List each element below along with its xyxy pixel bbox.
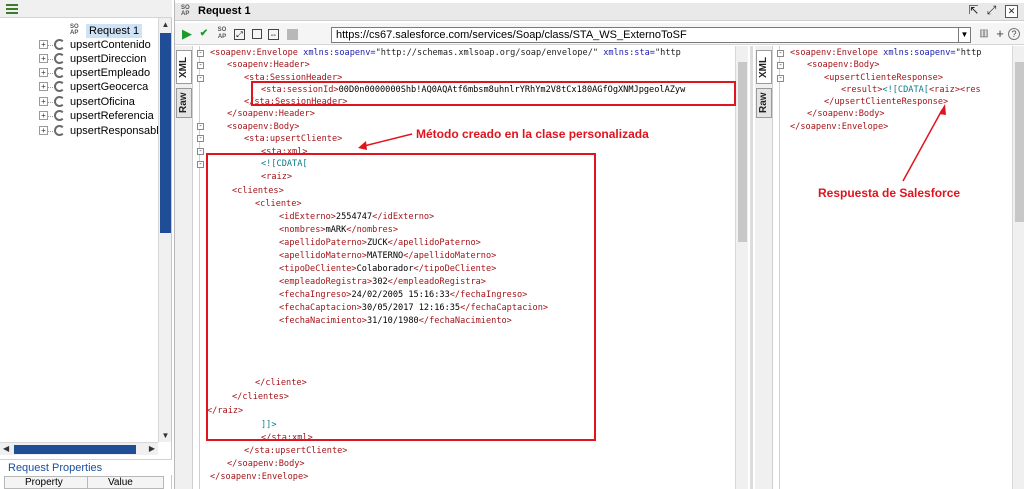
request-toolbar: ▶ ✔ SO AP ⤢ ⇔ https://cs67.salesforce.co… (175, 23, 1024, 45)
tree-item-label: upsertOficina (70, 96, 135, 108)
detach-icon[interactable]: ⇱ (967, 4, 980, 18)
xml-line: <soapenv:Body> (227, 122, 300, 132)
fold-icon[interactable]: - (197, 161, 204, 168)
maximize-icon[interactable]: ⤢ (985, 4, 998, 18)
soap-icon: SO AP (181, 5, 190, 17)
scroll-up-icon[interactable]: ▲ (161, 20, 170, 29)
xml-line: <soapenv:Envelope xmlns:soapenv="http://… (210, 48, 681, 58)
window-titlebar: SO AP Request 1 ⇱ ⤢ ✕ (175, 3, 1024, 21)
tree-item-label: upsertResponsableU (70, 125, 158, 137)
navigator-toolbar (0, 0, 172, 18)
response-xml-editor[interactable]: - - - <soapenv:Envelope xmlns:soapenv="h… (775, 46, 1012, 489)
tab-xml[interactable]: XML (176, 50, 192, 84)
submit-request-icon[interactable]: ▶ (180, 27, 194, 41)
fold-icon[interactable]: - (197, 62, 204, 69)
expand-icon[interactable]: ⤢ (234, 29, 245, 40)
annotation-respuesta: Respuesta de Salesforce (818, 186, 961, 200)
soap-icon: SO AP (70, 24, 79, 36)
xml-line: </soapenv:Envelope> (210, 472, 309, 482)
chart-icon[interactable]: ▥ (977, 27, 991, 41)
fold-icon[interactable]: - (197, 50, 204, 57)
window-icon[interactable] (252, 29, 262, 39)
response-view-tabs: XML Raw (755, 46, 773, 489)
request-editor-scrollbar[interactable] (735, 46, 748, 489)
scroll-thumb[interactable] (160, 33, 171, 233)
annotation-metodo: Método creado en la clase personalizada (416, 127, 649, 141)
tree-item-label: upsertReferencia (70, 110, 154, 122)
operation-icon (54, 39, 65, 50)
column-header-value[interactable]: Value (108, 477, 133, 488)
tree-item-operation[interactable]: + upsertEmpleado (0, 66, 158, 80)
tree-item-operation[interactable]: + upsertContenido (0, 38, 158, 52)
xml-line: </soapenv:Body> (807, 109, 885, 119)
column-header-property[interactable]: Property (25, 477, 63, 488)
tree-item-label: upsertGeocerca (70, 81, 149, 93)
chevron-down-icon[interactable]: ▼ (959, 27, 971, 43)
operation-icon (54, 81, 65, 92)
help-icon[interactable]: ? (1008, 28, 1020, 40)
xml-line: <soapenv:Envelope xmlns:soapenv="http (790, 48, 982, 58)
xml-line: </soapenv:Envelope> (790, 122, 889, 132)
fold-icon[interactable]: - (197, 135, 204, 142)
xml-line: </sta:upsertCliente> (244, 446, 348, 456)
tree-item-operation[interactable]: + upsertDireccion (0, 52, 158, 66)
scroll-thumb[interactable] (1015, 62, 1024, 222)
window-title: Request 1 (198, 5, 251, 17)
session-id-highlight (251, 81, 736, 106)
request-label: Request 1 (86, 24, 143, 38)
add-icon[interactable]: + (993, 27, 1007, 41)
response-editor-scrollbar[interactable] (1012, 46, 1024, 489)
scroll-thumb[interactable] (14, 445, 136, 454)
xml-line: </upsertClienteResponse> (824, 97, 949, 107)
soap-icon[interactable]: SO AP (215, 27, 229, 41)
xml-line: <soapenv:Header> (227, 60, 310, 70)
operation-icon (54, 110, 65, 121)
tree-item-operation[interactable]: + upsertGeocerca (0, 80, 158, 94)
tree-item-operation[interactable]: + upsertOficina (0, 95, 158, 109)
fold-icon[interactable]: - (197, 75, 204, 82)
xml-line: <upsertClienteResponse> (824, 73, 943, 83)
tree-item-label: upsertDireccion (70, 53, 147, 65)
operation-icon (54, 67, 65, 78)
scroll-right-icon[interactable]: ▶ (149, 444, 155, 453)
operation-icon (54, 53, 65, 64)
xml-line: </soapenv:Header> (227, 109, 315, 119)
tab-xml[interactable]: XML (756, 50, 772, 84)
result-line: <result><![CDATA[<raiz><res (841, 85, 981, 95)
tree-item-request-1[interactable]: SO AP Request 1 (0, 24, 158, 38)
xml-line: <sta:upsertCliente> (244, 134, 343, 144)
list-icon[interactable] (6, 4, 18, 14)
fold-icon[interactable]: - (777, 50, 784, 57)
navigator-vertical-scrollbar[interactable]: ▲ ▼ (158, 18, 171, 442)
fold-icon[interactable]: - (197, 148, 204, 155)
request-view-tabs: XML Raw (175, 46, 193, 489)
navigator-panel: SO AP Request 1 + upsertContenido + upse… (0, 0, 172, 489)
navigator-horizontal-scrollbar[interactable]: ◀ ▶ (0, 442, 158, 455)
fit-icon[interactable]: ⇔ (268, 29, 279, 40)
tree-item-operation[interactable]: + upsertReferencia (0, 109, 158, 123)
fold-icon[interactable]: - (777, 62, 784, 69)
scroll-down-icon[interactable]: ▼ (161, 431, 170, 440)
scroll-thumb[interactable] (738, 62, 747, 242)
fold-icon[interactable]: - (777, 75, 784, 82)
cdata-highlight (206, 153, 596, 441)
request-properties-header: Property Value (4, 476, 164, 489)
xml-line: </soapenv:Body> (227, 459, 305, 469)
submit-all-icon[interactable]: ✔ (197, 27, 211, 41)
tree-item-label: upsertEmpleado (70, 67, 151, 79)
operation-icon (54, 125, 65, 136)
tree-item-label: upsertContenido (70, 39, 151, 51)
fold-icon[interactable]: - (197, 123, 204, 130)
operation-icon (54, 96, 65, 107)
editor-splitter[interactable] (750, 46, 753, 489)
tree-item-operation[interactable]: + upsertResponsableU (0, 124, 158, 138)
scroll-left-icon[interactable]: ◀ (3, 444, 9, 453)
close-icon[interactable]: ✕ (1005, 5, 1018, 18)
tab-raw[interactable]: Raw (176, 88, 192, 118)
tab-raw[interactable]: Raw (756, 88, 772, 118)
request-properties-title: Request Properties (0, 459, 172, 475)
xml-line: <soapenv:Body> (807, 60, 880, 70)
endpoint-url-field[interactable]: https://cs67.salesforce.com/services/Soa… (331, 27, 959, 43)
stop-icon[interactable] (287, 29, 298, 40)
